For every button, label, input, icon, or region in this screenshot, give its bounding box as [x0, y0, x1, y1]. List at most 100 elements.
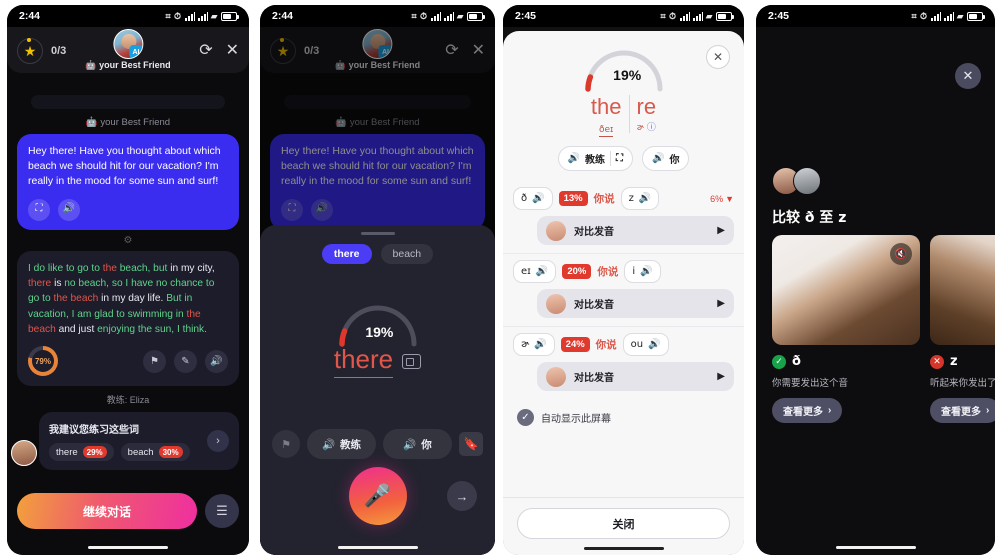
speaker-icon[interactable]: 🔊	[648, 339, 660, 350]
chat-screen-dimmed: ★ 0/3 AI 🤖 your Best Friend ⟳ ✕ 🤖 your B…	[260, 27, 495, 555]
edit-icon[interactable]: ✎	[174, 349, 197, 373]
tab-there[interactable]: there	[321, 244, 372, 264]
wifi-icon: ▰	[456, 10, 464, 21]
home-indicator	[88, 546, 168, 549]
close-icon[interactable]: ✕	[226, 43, 239, 59]
auto-show-label: 自动显示此屏幕	[541, 414, 611, 426]
signal-icon-1	[184, 11, 195, 21]
target-phoneme-chip[interactable]: ð 🔊	[513, 187, 553, 211]
delta-value: 6%	[710, 193, 724, 204]
status-icons: ⌗ ⏱ ▰	[911, 11, 985, 22]
header-actions: ⟳ ✕	[199, 43, 239, 59]
vibrate-icon: ⌗	[165, 10, 172, 21]
close-button[interactable]: 关闭	[517, 508, 730, 539]
auto-show-row[interactable]: ✓ 自动显示此屏幕	[503, 399, 744, 427]
translate-icon[interactable]: ⛶	[28, 198, 50, 221]
actual-phoneme-chip[interactable]: ou 🔊	[622, 333, 669, 357]
score-gauge-wrap: 19%	[260, 296, 495, 348]
coach-label: 教练	[340, 438, 362, 451]
speaker-icon: 🔊	[403, 438, 417, 451]
compare-label: 对比发音	[574, 227, 614, 239]
word-chip[interactable]: there 29%	[49, 443, 114, 462]
chip-pct: 29%	[82, 446, 107, 459]
tab-beach[interactable]: beach	[380, 244, 434, 264]
speaker-icon: 🔊	[321, 438, 336, 451]
compare-pronunciation-row[interactable]: 对比发音 ▶	[537, 289, 734, 319]
phone-frame-1: 2:44 ⌗ ⏱ ▰ ★ 0/3 AI 🤖 your Best Friend ⟳…	[7, 5, 249, 555]
coach-audio-button[interactable]: 🔊 教练 ⛶	[557, 146, 633, 172]
speaker-icon[interactable]: 🔊	[58, 198, 80, 221]
coach-audio-button[interactable]: 🔊 教练	[307, 429, 376, 459]
list-icon[interactable]: ☰	[205, 494, 239, 528]
flag-icon[interactable]: ⚑	[272, 430, 300, 458]
score-value: 79%	[34, 356, 51, 366]
refresh-icon[interactable]: ⟳	[199, 43, 212, 59]
keyboard-icon[interactable]: ⛶	[616, 153, 623, 164]
avatar[interactable]: AI	[113, 29, 143, 59]
bookmark-icon[interactable]: 🔖	[459, 432, 483, 456]
your-audio-button[interactable]: 🔊 你	[642, 146, 690, 172]
avatar	[546, 366, 566, 387]
suggestion-wrap: 我建议您练习这些词 there 29% beach 30% ›	[11, 412, 239, 471]
wifi-icon: ▰	[705, 10, 713, 21]
record-mic-button[interactable]: 🎤	[348, 467, 407, 525]
continue-conversation-button[interactable]: 继续对话	[17, 493, 197, 529]
chevron-right-icon[interactable]: ›	[207, 430, 229, 453]
user-message-text: I do like to go to the beach, but in my …	[28, 262, 215, 335]
info-icon[interactable]: ⓘ	[647, 123, 656, 133]
play-icon[interactable]: ▶	[717, 371, 725, 382]
syllable[interactable]: re ɚ ⓘ	[628, 94, 664, 134]
keyboard-icon[interactable]	[402, 353, 422, 369]
play-icon[interactable]: ▶	[717, 298, 725, 309]
suggestion-title: 我建议您练习这些词	[49, 425, 139, 437]
home-indicator	[835, 546, 916, 549]
play-icon[interactable]: ▶	[717, 225, 725, 236]
phone-frame-4: 2:45 ⌗ ⏱ ▰ ✕ 比较 ð 至 z 🔇 ✓ ð 你需要发出这个音 查看更…	[756, 5, 995, 555]
avatar	[546, 293, 566, 314]
checkbox-checked-icon[interactable]: ✓	[517, 409, 534, 427]
mute-icon[interactable]: 🔇	[890, 243, 912, 265]
status-icons: ⌗ ⏱ ▰	[165, 10, 239, 22]
syllable[interactable]: the ðeɪ	[584, 94, 629, 138]
status-bar-3: 2:45 ⌗ ⏱ ▰	[503, 5, 744, 27]
card-header: ✓ ð	[772, 354, 920, 369]
close-icon[interactable]: ✕	[706, 45, 730, 69]
arrow-down-icon: ▼	[725, 193, 734, 204]
speaker-icon: 🔊	[567, 153, 580, 165]
view-more-button[interactable]: 查看更多 ›	[772, 398, 843, 423]
actual-phoneme-chip[interactable]: i 🔊	[624, 260, 661, 284]
compare-pronunciation-row[interactable]: 对比发音 ▶	[537, 216, 734, 246]
compare-cards: 🔇 ✓ ð 你需要发出这个音 查看更多 › ✕ z 听起来你发出了 查看更多 ›	[772, 235, 995, 423]
word-chip[interactable]: beach 30%	[120, 443, 190, 462]
next-button[interactable]: →	[447, 481, 477, 511]
syllable-ipa-wrap: ɚ ⓘ	[637, 120, 657, 133]
target-phoneme-chip[interactable]: eɪ 🔊	[513, 260, 557, 284]
speaker-icon[interactable]: 🔊	[534, 339, 546, 350]
speaker-icon[interactable]: 🔊	[639, 193, 651, 204]
view-more-button[interactable]: 查看更多 ›	[930, 398, 995, 423]
audio-buttons: 🔊 教练 ⛶ 🔊 你	[503, 146, 744, 172]
speaker-icon[interactable]: 🔊	[205, 349, 228, 373]
drag-handle[interactable]	[360, 232, 395, 235]
star-progress-badge[interactable]: ★	[17, 38, 43, 64]
status-icons: ⌗ ⏱ ▰	[660, 10, 734, 22]
close-icon[interactable]: ✕	[955, 63, 981, 89]
alarm-icon: ⏱	[669, 10, 677, 21]
target-phoneme-chip[interactable]: ɚ 🔊	[513, 333, 555, 357]
practice-word-row: there	[260, 344, 495, 378]
phoneme-row: ɚ 🔊 24% 你说 ou 🔊	[513, 333, 734, 357]
your-audio-button[interactable]: 🔊 你	[383, 429, 452, 459]
compare-label: 对比发音	[574, 300, 614, 312]
panel-phoneme-compare: 2:45 ⌗ ⏱ ▰ ✕ 比较 ð 至 z 🔇 ✓ ð 你需要发出这个音 查看更…	[750, 0, 1000, 558]
status-icons: ⌗ ⏱ ▰	[411, 10, 485, 22]
flag-icon[interactable]: ⚑	[143, 349, 166, 373]
signal-icon-1	[930, 11, 941, 21]
suggestion-card[interactable]: 我建议您练习这些词 there 29% beach 30% ›	[39, 412, 239, 471]
compare-card: 🔇 ✓ ð 你需要发出这个音 查看更多 ›	[772, 235, 920, 423]
you-label: 你	[669, 155, 680, 167]
speaker-icon[interactable]: 🔊	[640, 266, 652, 277]
actual-phoneme-chip[interactable]: z 🔊	[620, 187, 660, 211]
speaker-icon[interactable]: 🔊	[536, 266, 548, 277]
speaker-icon[interactable]: 🔊	[532, 193, 544, 204]
compare-pronunciation-row[interactable]: 对比发音 ▶	[537, 362, 734, 392]
